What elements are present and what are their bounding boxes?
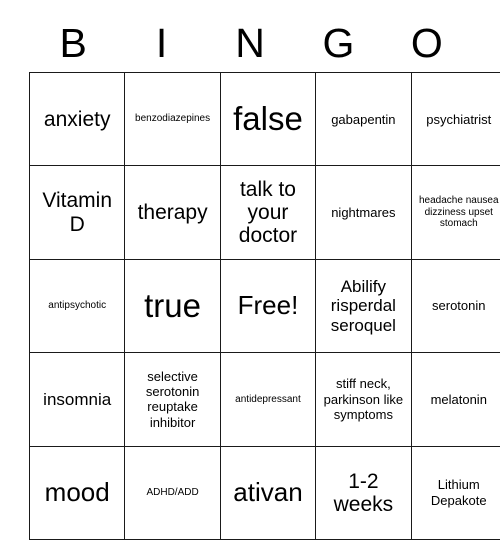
bingo-cell-label: melatonin (430, 391, 487, 407)
bingo-cell[interactable]: stiff neck, parkinson like symptoms (315, 352, 412, 447)
bingo-cell[interactable]: talk to your doctor (219, 165, 317, 260)
bingo-cell[interactable]: benzodiazepines (124, 71, 221, 167)
bingo-cell-label: mood (44, 476, 110, 507)
bingo-cell-free[interactable]: Free! (219, 258, 317, 354)
bingo-cell-label: insomnia (43, 389, 112, 409)
bingo-cell[interactable]: melatonin (410, 352, 500, 447)
bingo-cell-label: psychiatrist (426, 111, 492, 127)
bingo-cell[interactable]: Lithium Depakote (410, 445, 500, 540)
bingo-cell-label: ADHD/ADD (146, 487, 199, 498)
bingo-cell[interactable]: ativan (219, 445, 317, 540)
bingo-cell-label: nightmares (331, 204, 396, 220)
bingo-cell-label: selective serotonin reuptake inhibitor (145, 368, 200, 430)
bingo-cell[interactable]: serotonin (410, 258, 500, 354)
bingo-grid: anxiety benzodiazepines false gabapentin… (28, 71, 500, 540)
bingo-cell[interactable]: Abilify risperdal seroquel (315, 258, 412, 354)
bingo-cell-label: antipsychotic (48, 300, 107, 312)
bingo-free-space-label: Free! (237, 290, 299, 321)
bingo-cell[interactable]: false (219, 71, 317, 167)
bingo-cell[interactable]: headache nausea dizziness upset stomach (410, 165, 500, 260)
bingo-cell-label: Lithium Depakote (430, 477, 487, 508)
bingo-cell-label: Vitamin D (42, 189, 113, 236)
bingo-row: mood ADHD/ADD ativan 1-2 weeks Lithium D… (28, 445, 500, 540)
bingo-row: Vitamin D therapy talk to your doctor ni… (28, 165, 500, 260)
bingo-header-letter-o: O (410, 19, 443, 66)
bingo-cell-label: serotonin (432, 298, 486, 314)
bingo-cell-label: headache nausea dizziness upset stomach (418, 195, 499, 230)
bingo-cell[interactable]: Vitamin D (28, 165, 126, 260)
bingo-cell[interactable]: psychiatrist (410, 71, 500, 167)
bingo-cell-label: Abilify risperdal seroquel (330, 276, 396, 335)
bingo-cell[interactable]: therapy (124, 165, 221, 260)
bingo-cell-label: therapy (137, 201, 208, 225)
bingo-cell-label: false (233, 100, 303, 138)
bingo-cell[interactable]: insomnia (28, 352, 126, 447)
bingo-cell-label: stiff neck, parkinson like symptoms (323, 376, 404, 423)
bingo-cell[interactable]: mood (28, 445, 126, 540)
bingo-cell[interactable]: selective serotonin reuptake inhibitor (124, 352, 221, 447)
bingo-cell[interactable]: 1-2 weeks (315, 445, 412, 540)
bingo-cell-label: benzodiazepines (135, 113, 211, 125)
bingo-cell[interactable]: gabapentin (315, 71, 412, 167)
bingo-header-letter-b: B (59, 19, 87, 66)
bingo-card: B I N G O anxiety benzodiazepines false … (28, 14, 500, 540)
bingo-cell[interactable]: antipsychotic (28, 258, 126, 354)
bingo-cell-label: gabapentin (331, 111, 396, 127)
bingo-cell[interactable]: antidepressant (219, 352, 317, 447)
bingo-row: insomnia selective serotonin reuptake in… (28, 352, 500, 447)
bingo-row: anxiety benzodiazepines false gabapentin… (28, 71, 500, 167)
bingo-header-letter-i: I (155, 19, 168, 66)
bingo-cell-label: anxiety (43, 107, 111, 131)
bingo-cell-label: true (144, 287, 202, 325)
bingo-cell[interactable]: ADHD/ADD (124, 445, 221, 540)
bingo-header-letter-n: N (235, 19, 265, 66)
bingo-header-row: B I N G O (29, 14, 471, 72)
bingo-cell-label: ativan (233, 476, 303, 507)
bingo-cell-label: 1-2 weeks (333, 469, 394, 516)
bingo-header-letter-g: G (322, 19, 355, 66)
bingo-cell[interactable]: anxiety (28, 71, 126, 167)
bingo-cell[interactable]: nightmares (315, 165, 412, 260)
bingo-cell-label: antidepressant (235, 393, 301, 405)
bingo-cell-label: talk to your doctor (238, 177, 298, 248)
bingo-cell[interactable]: true (124, 258, 221, 354)
bingo-row: antipsychotic true Free! Abilify risperd… (28, 258, 500, 354)
